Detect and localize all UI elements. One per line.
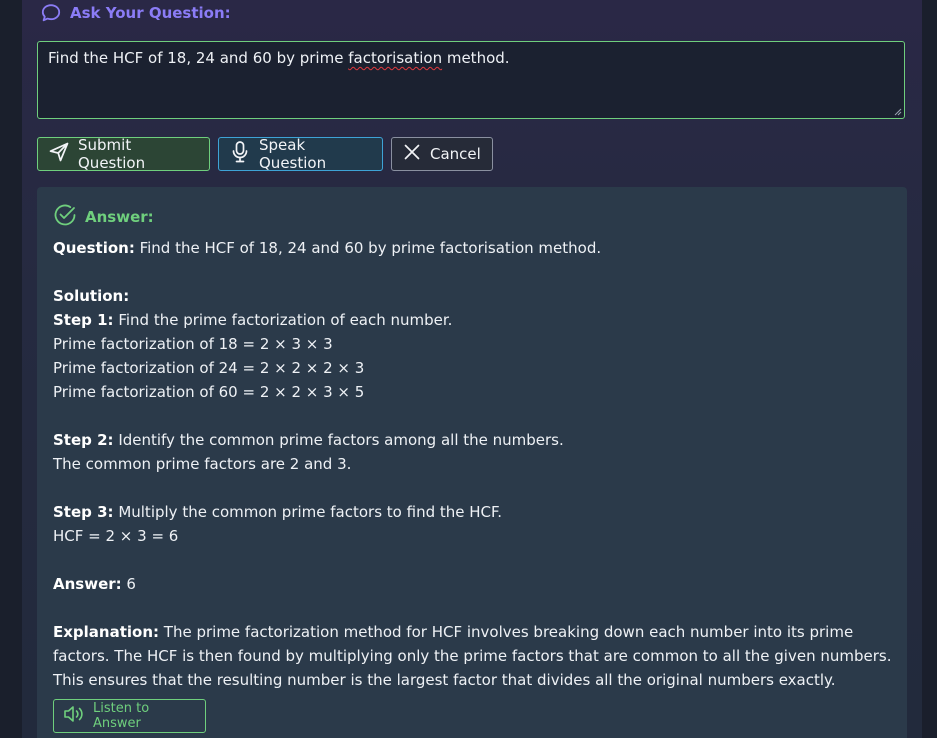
submit-question-label: Submit Question: [78, 136, 146, 172]
step3-line: Step 3: Multiply the common prime factor…: [53, 500, 893, 524]
solution-label: Solution:: [53, 284, 893, 308]
answer-header: Answer:: [53, 203, 154, 231]
ask-question-header: Ask Your Question:: [40, 2, 231, 24]
step2-detail: The common prime factors are 2 and 3.: [53, 455, 352, 473]
check-circle-icon: [53, 203, 77, 231]
ask-question-title: Ask Your Question:: [70, 4, 231, 22]
cancel-button[interactable]: Cancel: [391, 137, 493, 171]
question-label: Question:: [53, 239, 135, 257]
step2-label: Step 2:: [53, 431, 114, 449]
step1-text: Find the prime factorization of each num…: [113, 311, 453, 329]
question-text: Find the HCF of 18, 24 and 60 by prime f…: [134, 239, 602, 257]
step1-detail: Prime factorization of 60 = 2 × 2 × 3 × …: [53, 383, 365, 401]
step2-text: Identify the common prime factors among …: [113, 431, 564, 449]
listen-to-answer-label: Listen to Answer: [93, 701, 150, 731]
answer-body: Question: Find the HCF of 18, 24 and 60 …: [53, 236, 893, 692]
question-line: Question: Find the HCF of 18, 24 and 60 …: [53, 236, 893, 260]
explanation-text: The prime factorization method for HCF i…: [53, 623, 892, 689]
question-text-after: method.: [442, 49, 510, 67]
step3-detail: HCF = 2 × 3 = 6: [53, 527, 179, 545]
speak-question-button[interactable]: Speak Question: [218, 136, 383, 172]
final-answer-label: Answer:: [53, 575, 122, 593]
solution-label-text: Solution:: [53, 287, 130, 305]
close-icon: [402, 142, 422, 166]
send-icon: [48, 141, 70, 167]
final-answer-value: 6: [121, 575, 136, 593]
chat-bubble-icon: [40, 2, 62, 24]
final-answer-line: Answer: 6: [53, 572, 893, 596]
step1-line: Step 1: Find the prime factorization of …: [53, 308, 893, 332]
answer-card: Answer: Question: Find the HCF of 18, 24…: [37, 187, 907, 738]
speaker-icon: [63, 704, 87, 728]
step3-label: Step 3:: [53, 503, 114, 521]
step1-detail: Prime factorization of 18 = 2 × 3 × 3: [53, 335, 333, 353]
cancel-label: Cancel: [430, 145, 481, 163]
step2-line: Step 2: Identify the common prime factor…: [53, 428, 893, 452]
submit-question-button[interactable]: Submit Question: [37, 136, 210, 172]
question-text-before: Find the HCF of 18, 24 and 60 by prime: [48, 49, 349, 67]
explanation-label: Explanation:: [53, 623, 160, 641]
step1-detail: Prime factorization of 24 = 2 × 2 × 2 × …: [53, 359, 365, 377]
listen-to-answer-button[interactable]: Listen to Answer: [53, 699, 206, 733]
step3-text: Multiply the common prime factors to fin…: [113, 503, 502, 521]
speak-question-label: Speak Question: [259, 136, 327, 172]
question-text-misspelled: factorisation: [348, 49, 443, 67]
question-input[interactable]: Find the HCF of 18, 24 and 60 by prime f…: [37, 41, 905, 119]
step1-label: Step 1:: [53, 311, 114, 329]
explanation-paragraph: Explanation: The prime factorization met…: [53, 620, 893, 692]
answer-title: Answer:: [85, 208, 154, 226]
microphone-icon: [229, 140, 251, 168]
resize-grip-icon[interactable]: [894, 108, 902, 116]
